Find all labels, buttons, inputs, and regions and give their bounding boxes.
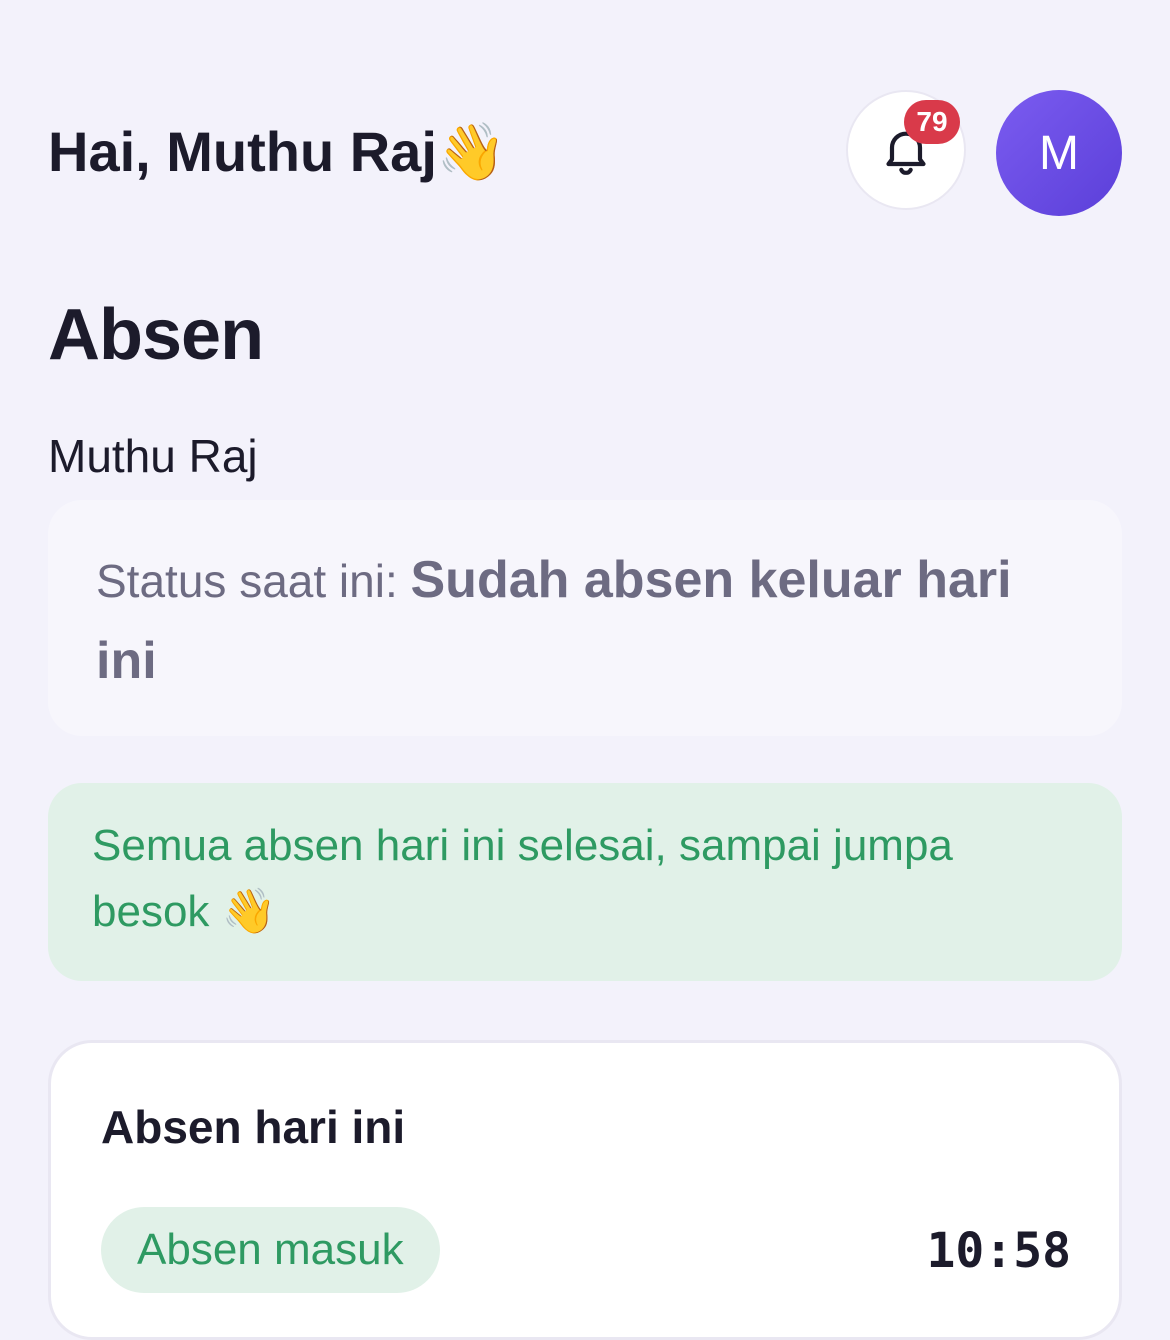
today-card-title: Absen hari ini (101, 1101, 406, 1153)
check-in-time: 10:58 (926, 1223, 1072, 1279)
greeting-text: Hai, Muthu Raj👋 (48, 120, 507, 183)
user-name: Muthu Raj (48, 430, 258, 482)
avatar[interactable]: M (996, 90, 1122, 216)
notification-badge: 79 (904, 100, 960, 144)
check-in-badge: Absen masuk (101, 1207, 440, 1293)
today-attendance-card: Absen hari ini Absen masuk 10:58 (48, 1040, 1122, 1340)
status-card: Status saat ini: Sudah absen keluar hari… (48, 500, 1122, 736)
top-header: Hai, Muthu Raj👋 79 M (48, 90, 1122, 216)
page-title: Absen (48, 295, 264, 375)
success-message: Semua absen hari ini selesai, sampai jum… (48, 783, 1122, 981)
notification-button[interactable]: 79 (846, 90, 966, 210)
status-label: Status saat ini: (96, 555, 411, 607)
